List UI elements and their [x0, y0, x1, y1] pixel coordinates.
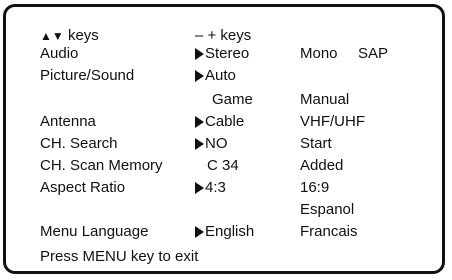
- menu-value-ch-scan-memory[interactable]: C 34: [207, 157, 239, 175]
- option-start[interactable]: Start: [300, 135, 332, 153]
- option-16-9[interactable]: 16:9: [300, 179, 329, 197]
- option-francais[interactable]: Francais: [300, 223, 358, 241]
- nav-hint-label: keys: [67, 27, 99, 44]
- selected-menu-language: English: [205, 223, 255, 240]
- exit-hint: Press MENU key to exit: [40, 248, 199, 265]
- up-down-arrows-icon: ▲▼: [40, 29, 64, 43]
- menu-value-picture-sound[interactable]: Auto: [195, 67, 236, 85]
- menu-label-picture-sound: Picture/Sound: [40, 67, 135, 84]
- option-espanol[interactable]: Espanol: [300, 201, 354, 219]
- menu-label-ch-scan-memory: CH. Scan Memory: [40, 157, 163, 174]
- menu-value-aspect-ratio[interactable]: 4:3: [195, 179, 226, 197]
- selected-audio: Stereo: [205, 45, 250, 62]
- pointer-arrow-icon: [195, 226, 204, 238]
- pointer-arrow-icon: [195, 116, 204, 128]
- option-added[interactable]: Added: [300, 157, 343, 175]
- menu-label-audio: Audio: [40, 45, 79, 62]
- nav-hint: ▲▼ keys: [40, 27, 99, 45]
- menu-value-menu-language[interactable]: English: [195, 223, 254, 241]
- menu-label-antenna: Antenna: [40, 113, 96, 130]
- selected-antenna: Cable: [205, 113, 245, 130]
- selected-aspect-ratio: 4:3: [205, 179, 226, 196]
- selected-ch-search: NO: [205, 135, 228, 152]
- adjust-hint: – + keys: [195, 27, 252, 44]
- menu-value-ch-search[interactable]: NO: [195, 135, 228, 153]
- option-manual[interactable]: Manual: [300, 91, 349, 109]
- option-mono[interactable]: Mono: [300, 45, 338, 63]
- menu-label-menu-language: Menu Language: [40, 223, 149, 240]
- menu-label-aspect-ratio: Aspect Ratio: [40, 179, 126, 196]
- menu-value-antenna[interactable]: Cable: [195, 113, 244, 131]
- selected-picture-sound: Auto: [205, 67, 236, 84]
- pointer-arrow-icon: [195, 182, 204, 194]
- option-sap[interactable]: SAP: [358, 45, 388, 63]
- pointer-arrow-icon: [195, 138, 204, 150]
- menu-label-ch-search: CH. Search: [40, 135, 118, 152]
- pointer-arrow-icon: [195, 70, 204, 82]
- pointer-arrow-icon: [195, 48, 204, 60]
- option-vhf-uhf[interactable]: VHF/UHF: [300, 113, 365, 131]
- menu-value-audio[interactable]: Stereo: [195, 45, 249, 63]
- option-game[interactable]: Game: [212, 91, 253, 109]
